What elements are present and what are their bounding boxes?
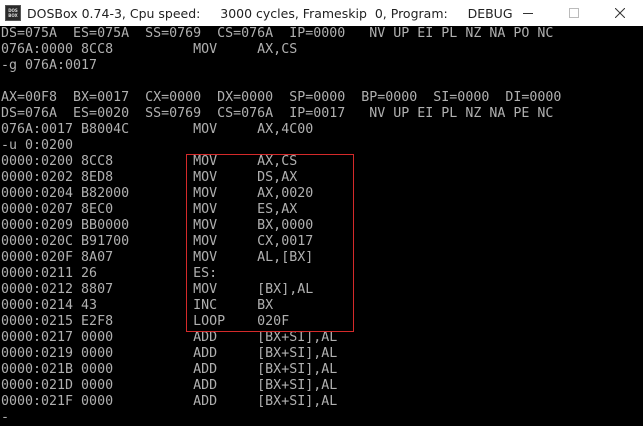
maximize-button[interactable] (551, 0, 597, 26)
dosbox-app-icon[interactable]: DOS BOX (5, 5, 21, 21)
console-line: DS=076A ES=0020 SS=0769 CS=076A IP=0017 … (1, 106, 554, 121)
console-line: 0000:0217 0000 ADD [BX+SI],AL (1, 330, 338, 345)
console-line: 076A:0017 B8004C MOV AX,4C00 (1, 122, 314, 137)
window-title: DOSBox 0.74-3, Cpu speed: 3000 cycles, F… (27, 5, 513, 21)
console-line: 0000:021B 0000 ADD [BX+SI],AL (1, 362, 338, 377)
console-line: 076A:0000 8CC8 MOV AX,CS (1, 42, 298, 57)
dosbox-window: DOS BOX DOSBox 0.74-3, Cpu speed: 3000 c… (0, 0, 643, 426)
minimize-icon (523, 13, 533, 14)
console-line: -u 0:0200 (1, 138, 74, 153)
window-controls (505, 0, 643, 26)
console-line: AX=00F8 BX=0017 CX=0000 DX=0000 SP=0000 … (1, 90, 562, 105)
command-prompt: - (1, 410, 10, 425)
close-button[interactable] (597, 0, 643, 26)
console-line: 0000:0211 26 ES: (1, 266, 218, 281)
console-line: 0000:021F 0000 ADD [BX+SI],AL (1, 394, 338, 409)
console-line: -g 076A:0017 (1, 58, 98, 73)
close-icon (615, 8, 625, 18)
console-line: 0000:0219 0000 ADD [BX+SI],AL (1, 346, 338, 361)
title-bar[interactable]: DOS BOX DOSBox 0.74-3, Cpu speed: 3000 c… (0, 0, 643, 26)
minimize-button[interactable] (505, 0, 551, 26)
console-line: 0000:021D 0000 ADD [BX+SI],AL (1, 378, 338, 393)
annotation-highlight-box (186, 154, 354, 332)
maximize-icon (569, 8, 579, 18)
app-icon-label-bottom: BOX (8, 13, 18, 18)
console-line: DS=075A ES=075A SS=0769 CS=076A IP=0000 … (1, 26, 554, 41)
console-output[interactable]: DS=075A ES=075A SS=0769 CS=076A IP=0000 … (0, 26, 643, 426)
